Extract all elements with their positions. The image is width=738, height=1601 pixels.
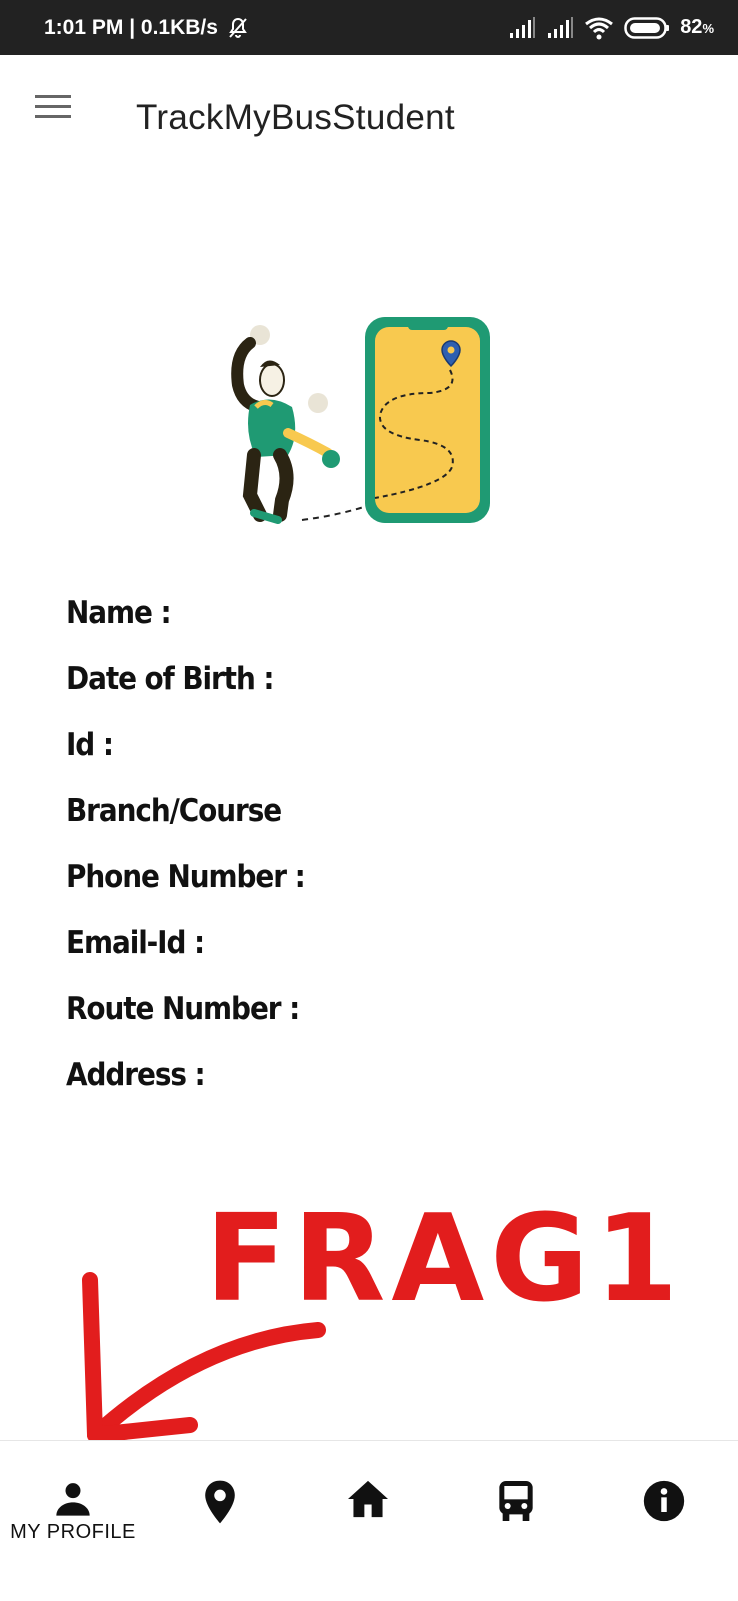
status-time-speed: 1:01 PM | 0.1KB/s — [44, 15, 218, 39]
bus-icon — [499, 1481, 533, 1521]
wifi-icon — [584, 16, 614, 40]
branch-course-label: Branch/Course — [66, 793, 282, 829]
annotation: FRAG1 — [0, 1160, 738, 1460]
menu-button[interactable] — [22, 79, 84, 135]
battery-percent: 82% — [680, 16, 714, 38]
status-bar: 1:01 PM | 0.1KB/s 82% — [0, 0, 738, 55]
annotation-text: FRAG1 — [205, 1190, 684, 1329]
id-label: Id : — [66, 727, 114, 763]
annotation-arrow — [87, 1322, 326, 1443]
home-icon — [348, 1480, 388, 1518]
date-of-birth-label: Date of Birth : — [66, 661, 275, 697]
email-id-label: Email-Id : — [66, 925, 205, 961]
profile-fields: Name : Date of Birth : Id : Branch/Cours… — [66, 590, 666, 1118]
status-left: 1:01 PM | 0.1KB/s — [44, 16, 250, 40]
signal-icon — [546, 16, 574, 39]
status-right: 82% — [508, 16, 714, 40]
bottom-navigation: MY PROFILE — [0, 1440, 738, 1601]
nav-my-profile-label: MY PROFILE — [10, 1521, 136, 1543]
tracking-illustration — [220, 315, 510, 540]
name-label: Name : — [66, 595, 172, 631]
app-title: TrackMyBusStudent — [136, 98, 455, 137]
nav-bus[interactable] — [446, 1441, 586, 1601]
signal-icon — [508, 16, 536, 39]
app-bar: TrackMyBusStudent — [0, 55, 738, 185]
person-icon — [56, 1483, 90, 1516]
battery-icon — [624, 16, 670, 40]
nav-my-profile[interactable]: MY PROFILE — [3, 1441, 143, 1601]
location-pin-icon — [205, 1480, 235, 1524]
phone-number-label: Phone Number : — [66, 859, 306, 895]
info-icon — [643, 1480, 685, 1522]
nav-info[interactable] — [594, 1441, 734, 1601]
nav-home[interactable] — [298, 1441, 438, 1601]
address-label: Address : — [66, 1057, 206, 1093]
hamburger-menu-icon — [35, 95, 71, 118]
route-number-label: Route Number : — [66, 991, 300, 1027]
mute-bell-icon — [226, 16, 250, 40]
nav-location[interactable] — [150, 1441, 290, 1601]
